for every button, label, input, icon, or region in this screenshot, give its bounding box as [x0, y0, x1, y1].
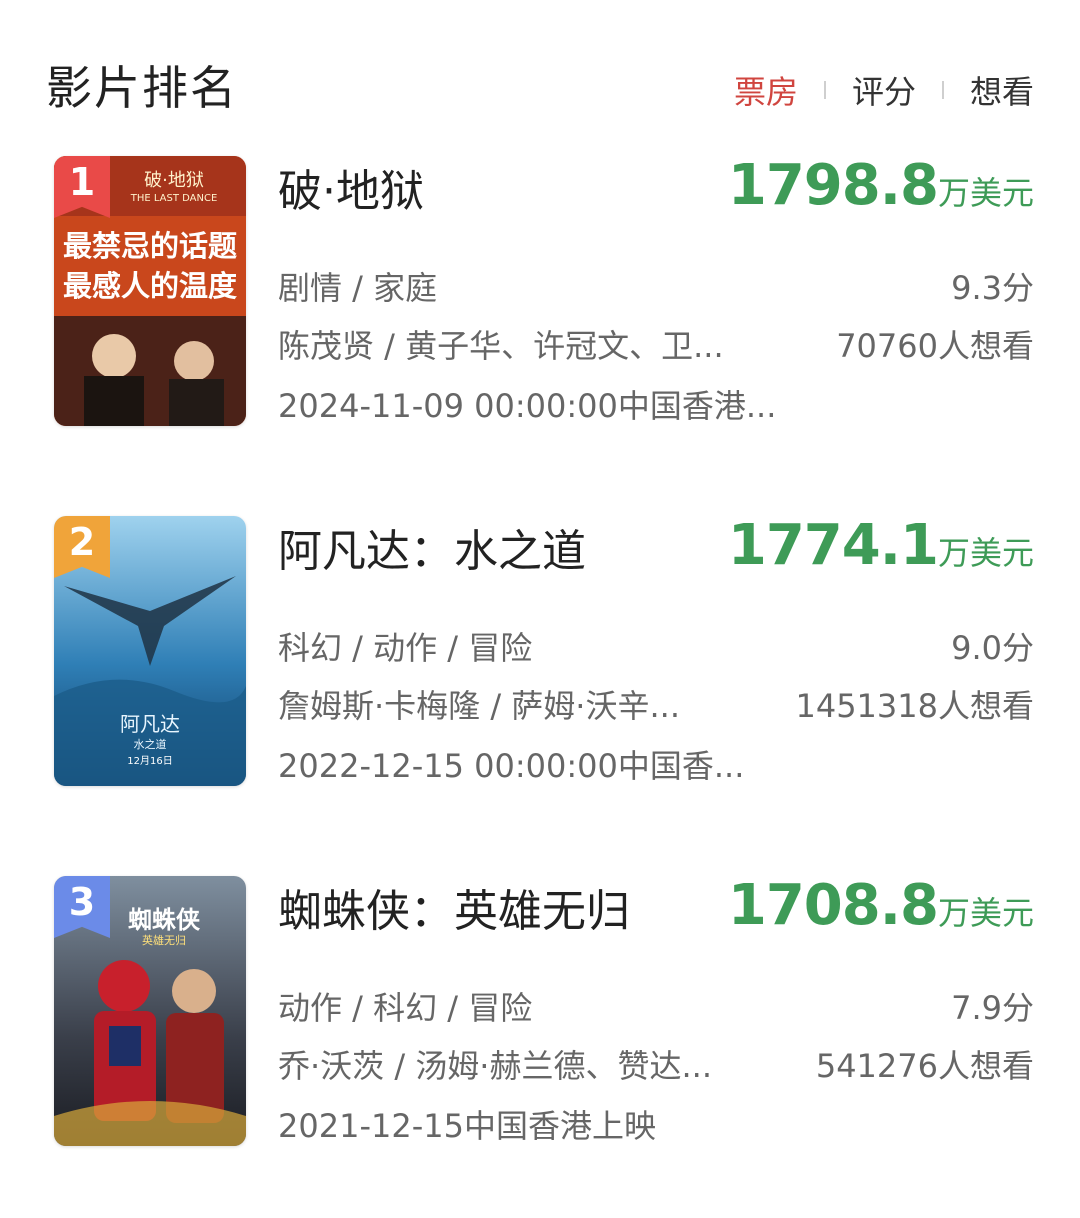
- box-office-value: 1774.1: [727, 513, 939, 578]
- svg-text:THE LAST DANCE: THE LAST DANCE: [130, 193, 218, 204]
- svg-text:最感人的温度: 最感人的温度: [63, 269, 237, 303]
- movie-genre: 科幻 / 动作 / 冒险: [278, 629, 533, 667]
- want-count: 541276人想看: [815, 1047, 1034, 1085]
- box-office-unit: 万美元: [937, 174, 1034, 212]
- movie-score: 7.9分: [951, 989, 1034, 1027]
- movie-score: 9.3分: [951, 269, 1034, 307]
- movie-poster[interactable]: 蜘蛛侠 英雄无归 3: [54, 876, 246, 1146]
- sort-tabs: 票房 评分 想看: [734, 66, 1034, 114]
- svg-text:水之道: 水之道: [134, 737, 167, 751]
- box-office-unit: 万美元: [937, 894, 1034, 932]
- movie-cast: 陈茂贤 / 黄子华、许冠文、卫...: [278, 327, 724, 365]
- box-office-unit: 万美元: [937, 534, 1034, 572]
- want-count: 1451318人想看: [795, 687, 1034, 725]
- svg-text:最禁忌的话题: 最禁忌的话题: [63, 229, 237, 263]
- movie-cast: 詹姆斯·卡梅隆 / 萨姆·沃辛...: [278, 687, 680, 725]
- movie-title[interactable]: 阿凡达：水之道: [278, 522, 586, 582]
- tab-box-office[interactable]: 票房: [734, 67, 798, 113]
- tab-want-to-see[interactable]: 想看: [970, 67, 1034, 113]
- movie-score: 9.0分: [951, 629, 1034, 667]
- box-office: 1774.1万美元: [728, 516, 1034, 583]
- movie-cast: 乔·沃茨 / 汤姆·赫兰德、赞达...: [278, 1047, 712, 1085]
- movie-poster[interactable]: 阿凡达 水之道 12月16日 2: [54, 516, 246, 786]
- box-office-value: 1708.8: [727, 873, 939, 938]
- movie-title[interactable]: 蜘蛛侠：英雄无归: [278, 882, 630, 942]
- release-date: 2021-12-15中国香港上映: [278, 1107, 656, 1145]
- tab-divider: [823, 81, 826, 99]
- svg-text:阿凡达: 阿凡达: [120, 712, 180, 736]
- movie-card[interactable]: 破·地狱 THE LAST DANCE 最禁忌的话题 最感人的温度 1 破·地狱…: [0, 156, 1080, 436]
- want-count: 70760人想看: [836, 327, 1034, 365]
- release-date: 2022-12-15 00:00:00中国香...: [278, 747, 745, 785]
- box-office-value: 1798.8: [727, 153, 939, 218]
- release-date: 2024-11-09 00:00:00中国香港...: [278, 387, 777, 425]
- movie-poster[interactable]: 破·地狱 THE LAST DANCE 最禁忌的话题 最感人的温度 1: [54, 156, 246, 426]
- movie-card[interactable]: 阿凡达 水之道 12月16日 2 阿凡达：水之道 1774.1万美元 科幻 / …: [0, 516, 1080, 796]
- movie-genre: 剧情 / 家庭: [278, 269, 438, 307]
- page-header: 影片排名 票房 评分 想看: [0, 0, 1080, 150]
- movie-title[interactable]: 破·地狱: [278, 162, 424, 222]
- svg-text:12月16日: 12月16日: [127, 755, 172, 767]
- movie-genre: 动作 / 科幻 / 冒险: [278, 989, 533, 1027]
- box-office: 1708.8万美元: [728, 876, 1034, 943]
- page-title: 影片排名: [46, 61, 238, 115]
- svg-text:蜘蛛侠: 蜘蛛侠: [128, 906, 201, 934]
- svg-text:英雄无归: 英雄无归: [142, 933, 186, 947]
- movie-card[interactable]: 蜘蛛侠 英雄无归 3 蜘蛛侠：英雄无归 1708.8万美元 动作 / 科幻 / …: [0, 876, 1080, 1156]
- box-office: 1798.8万美元: [728, 156, 1034, 223]
- tab-divider: [941, 81, 944, 99]
- svg-text:破·地狱: 破·地狱: [144, 170, 204, 191]
- tab-rating[interactable]: 评分: [852, 67, 916, 113]
